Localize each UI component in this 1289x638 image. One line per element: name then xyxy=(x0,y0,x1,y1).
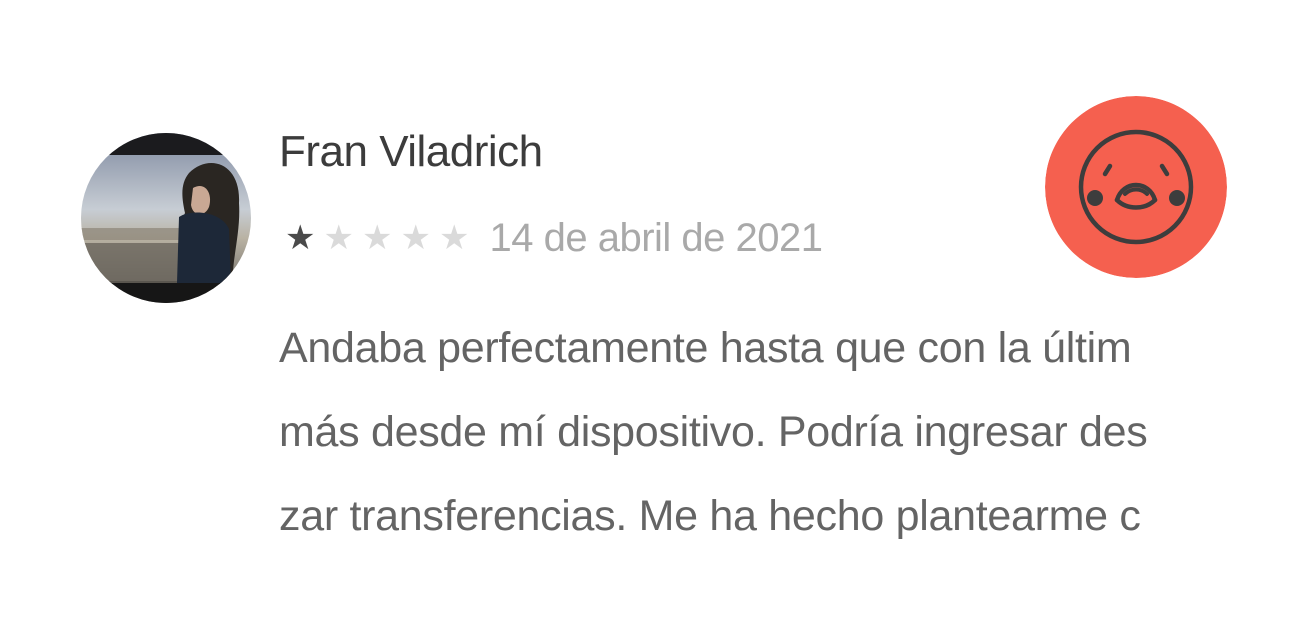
avatar[interactable] xyxy=(81,133,251,303)
star-rating: ★ ★ ★ ★ ★ xyxy=(285,218,478,258)
review-text: Andaba perfectamente hasta que con la úl… xyxy=(279,306,1214,558)
review-text-line: más desde mí dispositivo. Podría ingresa… xyxy=(279,408,1148,456)
review-text-line: Andaba perfectamente hasta que con la úl… xyxy=(279,324,1132,372)
star-empty-icon: ★ xyxy=(400,219,431,257)
user-photo-avatar xyxy=(81,133,251,303)
angry-face-icon xyxy=(1045,96,1227,278)
star-empty-icon: ★ xyxy=(323,219,354,257)
star-empty-icon: ★ xyxy=(362,219,393,257)
sentiment-badge xyxy=(1045,96,1227,278)
rating-row: ★ ★ ★ ★ ★ 14 de abril de 2021 xyxy=(285,210,823,266)
star-empty-icon: ★ xyxy=(439,219,470,257)
star-filled-icon: ★ xyxy=(285,219,316,257)
author-name[interactable]: Fran Viladrich xyxy=(279,122,543,182)
review-date: 14 de abril de 2021 xyxy=(489,216,824,260)
review-card: Fran Viladrich ★ ★ ★ ★ ★ 14 de abril de 2021… xyxy=(0,0,1289,638)
review-text-line: zar transferencias. Me ha hecho plantear… xyxy=(279,492,1141,540)
